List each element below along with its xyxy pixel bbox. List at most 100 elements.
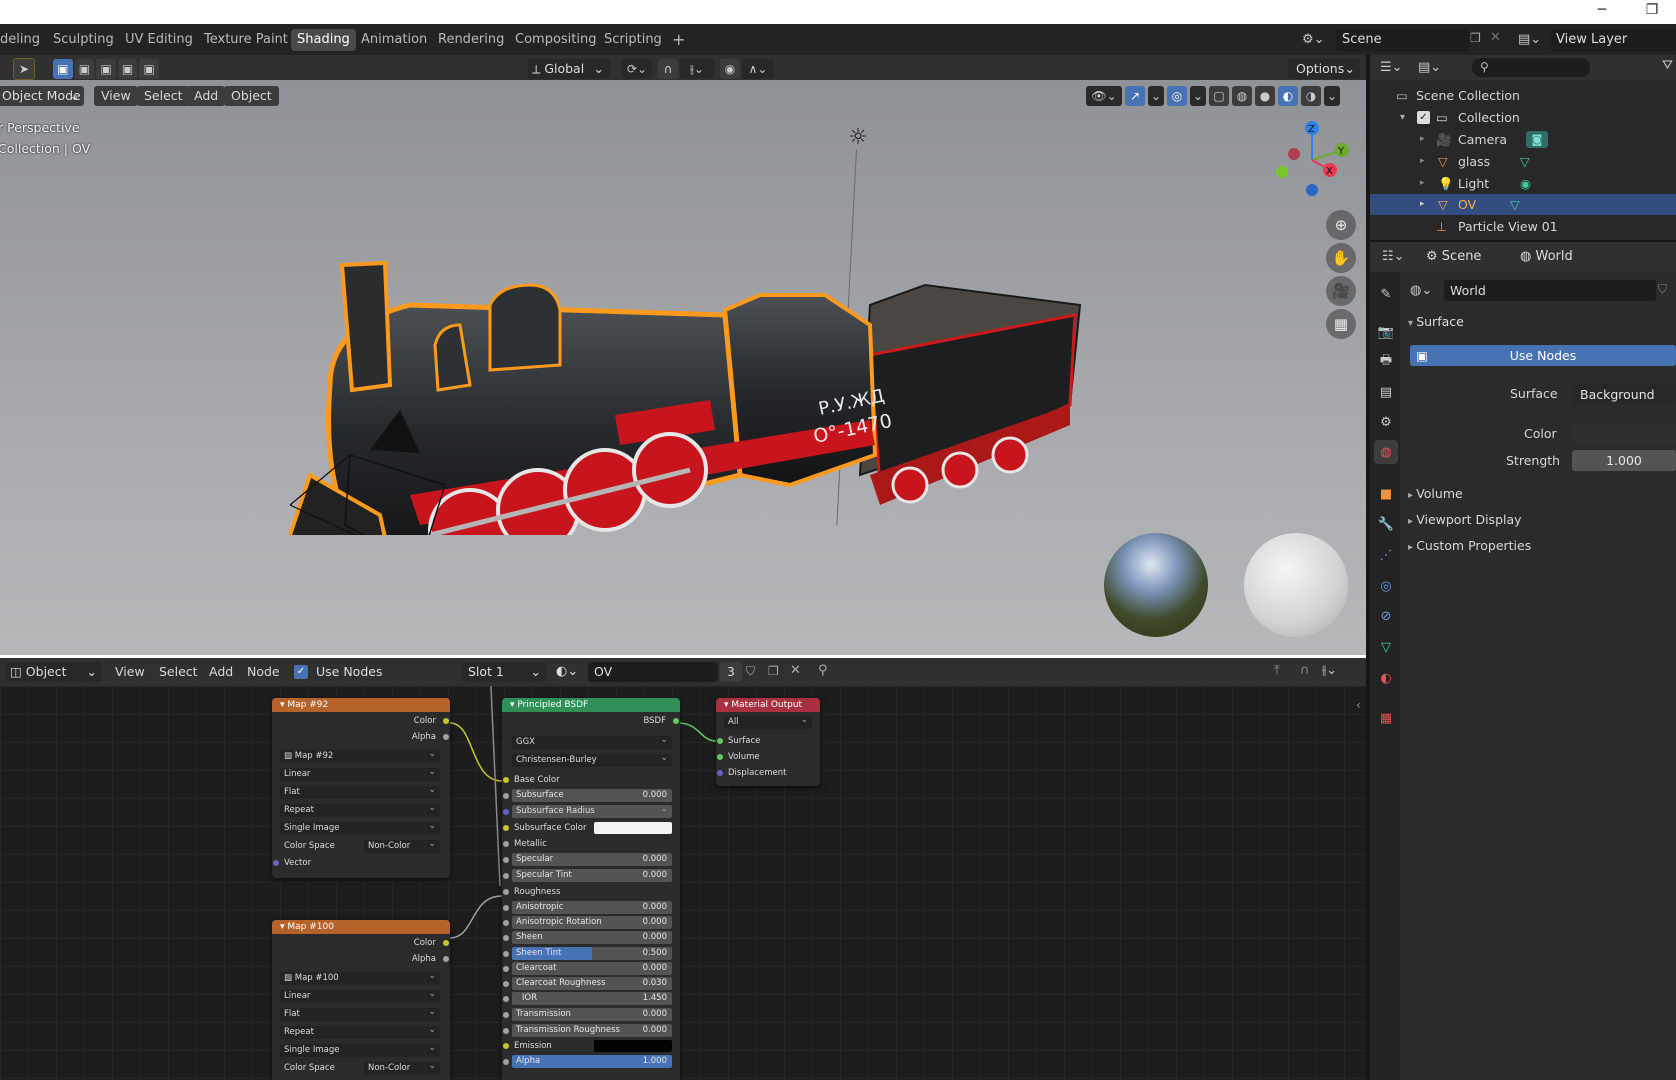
node-view-menu[interactable]: View	[108, 662, 152, 682]
tab-sculpting[interactable]: Sculpting	[47, 29, 120, 51]
node-title[interactable]: ▾ Map #100	[272, 920, 450, 934]
scene-tab-icon[interactable]: ⚙	[1374, 410, 1398, 434]
proportional-edit-icon[interactable]: ◉	[720, 59, 740, 79]
transmission-field[interactable]: Transmission 0.000	[512, 1008, 672, 1021]
minimize-button[interactable]: ─	[1590, 2, 1614, 18]
unlink-material-icon[interactable]: ✕	[790, 663, 801, 678]
ior-field[interactable]: IOR 1.450	[512, 992, 672, 1005]
locomotive-model[interactable]: Р.У.ЖД О°-1470	[270, 185, 1090, 535]
emission-color-swatch[interactable]	[594, 1040, 672, 1052]
expand-arrow-icon[interactable]: ▸	[1420, 173, 1425, 194]
alpha-field[interactable]: Alpha 1.000	[512, 1055, 672, 1068]
subsurface-radius-socket[interactable]	[503, 809, 509, 815]
visibility-icon[interactable]: 👁⌄	[1086, 86, 1122, 106]
constraints-tab-icon[interactable]: ⊘	[1374, 604, 1398, 628]
render-target-dropdown[interactable]: All	[724, 714, 812, 729]
camera-view-icon[interactable]: 🎥	[1326, 276, 1356, 306]
transmission-socket[interactable]	[503, 1012, 509, 1018]
node-title[interactable]: ▾ Material Output	[716, 698, 820, 712]
camera-data-icon[interactable]: ◙	[1526, 131, 1548, 148]
node-title[interactable]: ▾ Principled BSDF	[502, 698, 680, 712]
use-nodes-button[interactable]: ▣ Use Nodes	[1410, 345, 1676, 366]
tab-rendering[interactable]: Rendering	[432, 29, 510, 51]
subsurface-field[interactable]: Subsurface 0.000	[512, 789, 672, 802]
projection-dropdown[interactable]: Flat	[280, 1006, 440, 1021]
overlays-toggle-icon[interactable]: ◎	[1167, 86, 1187, 106]
node-title[interactable]: ▾ Map #92	[272, 698, 450, 712]
collection-exclude-checkbox[interactable]: ✓	[1417, 111, 1430, 124]
area-divider-horizontal[interactable]	[1370, 240, 1676, 242]
ior-socket[interactable]	[503, 996, 509, 1002]
specular-tint-socket[interactable]	[503, 873, 509, 879]
pivot-point-icon[interactable]: ⟳⌄	[622, 59, 652, 79]
anisotropic-socket[interactable]	[503, 905, 509, 911]
outliner-row-scene-collection[interactable]: ▭ Scene Collection	[1370, 85, 1676, 106]
volume-panel-header[interactable]: ▸ Volume	[1408, 486, 1463, 501]
tool-tab-icon[interactable]: ✎	[1374, 282, 1398, 306]
node-snap-mode-icon[interactable]: ⫲⌄	[1322, 663, 1337, 678]
subsurface-color-swatch[interactable]	[594, 822, 672, 834]
options-dropdown[interactable]: Options ⌄	[1288, 59, 1360, 79]
filter-icon[interactable]: ⛛	[1662, 58, 1673, 73]
image-datablock-field[interactable]: ▨ Map #100	[280, 970, 440, 985]
slot-dropdown[interactable]: Slot 1 ⌄	[462, 662, 546, 682]
scene-icon[interactable]: ⚙⌄	[1302, 29, 1334, 51]
gizmo-options-icon[interactable]: ⌄	[1148, 86, 1164, 106]
texture-tab-icon[interactable]: ▦	[1374, 706, 1398, 730]
tab-animation[interactable]: Animation	[355, 29, 433, 51]
outliner-row-particle-view[interactable]: ⊥ Particle View 01	[1370, 216, 1676, 237]
output-bsdf-socket[interactable]	[673, 718, 679, 724]
outliner-row-glass[interactable]: ▸ ▽ glass ▽	[1370, 151, 1676, 172]
light-gizmo-icon[interactable]: ☼	[846, 126, 870, 150]
breadcrumb-world[interactable]: ◍ World	[1520, 248, 1573, 266]
world-browse-icon[interactable]: ◍⌄	[1410, 280, 1440, 301]
color-space-dropdown[interactable]: Non-Color	[364, 1060, 440, 1075]
anisotropic-rotation-field[interactable]: Anisotropic Rotation 0.000	[512, 916, 672, 929]
tab-scripting[interactable]: Scripting	[598, 29, 668, 51]
world-tab-icon[interactable]: ◍	[1374, 440, 1398, 464]
subsurface-socket[interactable]	[503, 793, 509, 799]
mesh-data-icon[interactable]: ▽	[1520, 151, 1530, 172]
output-color-socket[interactable]	[443, 718, 449, 724]
output-color-socket[interactable]	[443, 940, 449, 946]
material-tab-icon[interactable]: ◐	[1374, 666, 1398, 690]
select-intersect-icon[interactable]: ▣	[139, 59, 159, 79]
sidebar-toggle-icon[interactable]: ‹	[1356, 698, 1361, 712]
outliner-row-light[interactable]: ▸ 💡 Light ◉	[1370, 173, 1676, 194]
expand-arrow-icon[interactable]: ▾	[1400, 107, 1405, 128]
navigation-gizmo[interactable]: Z Y X	[1270, 120, 1360, 205]
output-alpha-socket[interactable]	[443, 956, 449, 962]
node-node-menu[interactable]: Node	[240, 662, 287, 682]
zoom-icon[interactable]: ⊕	[1326, 210, 1356, 240]
transmission-roughness-socket[interactable]	[503, 1028, 509, 1034]
material-browse-icon[interactable]: ◐⌄	[556, 662, 586, 682]
rendered-shading-icon[interactable]: ◑	[1301, 86, 1321, 106]
view-layer-tab-icon[interactable]: ▤	[1374, 380, 1398, 404]
principled-bsdf-node[interactable]: ▾ Principled BSDF BSDF GGX Christensen-B…	[502, 698, 680, 1080]
extension-dropdown[interactable]: Repeat	[280, 802, 440, 817]
sheen-socket[interactable]	[503, 935, 509, 941]
sheen-tint-socket[interactable]	[503, 951, 509, 957]
remove-scene-icon[interactable]: ✕	[1490, 30, 1504, 45]
select-extend-icon[interactable]: ▣	[74, 59, 95, 79]
extension-dropdown[interactable]: Repeat	[280, 1024, 440, 1039]
clearcoat-field[interactable]: Clearcoat 0.000	[512, 962, 672, 975]
tab-shading[interactable]: Shading	[291, 29, 356, 51]
custom-properties-panel-header[interactable]: ▸ Custom Properties	[1408, 538, 1531, 553]
image-datablock-field[interactable]: ▨ Map #92	[280, 748, 440, 763]
editor-type-dropdown[interactable]: ◫ Object ⌄	[6, 662, 102, 682]
interpolation-dropdown[interactable]: Linear	[280, 766, 440, 781]
select-invert-icon[interactable]: ▣	[117, 59, 138, 79]
select-new-icon[interactable]: ▣	[53, 59, 73, 79]
area-divider-vertical[interactable]	[1366, 55, 1370, 1080]
modifier-tab-icon[interactable]: 🔧	[1374, 512, 1398, 536]
outliner-editor-type-icon[interactable]: ☰⌄	[1380, 59, 1412, 77]
expand-arrow-icon[interactable]: ▸	[1420, 194, 1425, 215]
expand-arrow-icon[interactable]: ▸	[1420, 151, 1425, 172]
material-output-node[interactable]: ▾ Material Output All Surface Volume Dis…	[716, 698, 820, 786]
gizmo-toggle-icon[interactable]: ↗	[1125, 86, 1145, 106]
surface-shader-dropdown[interactable]: Background	[1572, 384, 1676, 405]
sheen-tint-field[interactable]: Sheen Tint 0.500	[512, 947, 672, 960]
properties-editor-type-icon[interactable]: ☷⌄	[1382, 248, 1414, 266]
view-layer-icon[interactable]: ▤⌄	[1518, 29, 1548, 51]
